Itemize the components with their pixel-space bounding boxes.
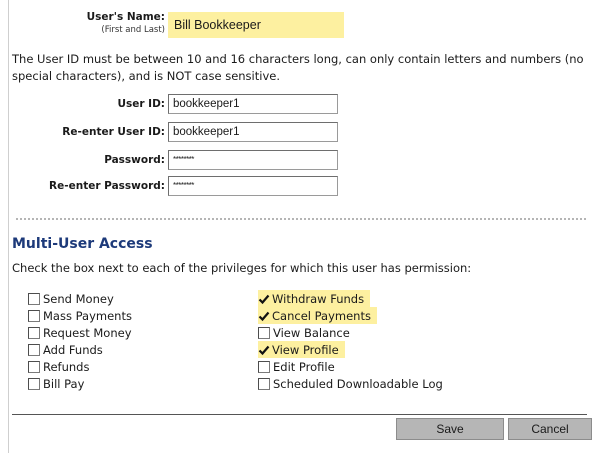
privilege-label: View Balance <box>273 325 350 340</box>
multi-user-title: Multi-User Access <box>12 236 153 252</box>
privilege-label: Mass Payments <box>43 308 132 323</box>
section-divider <box>16 218 586 220</box>
reenter-user-id-label: Re-enter User ID: <box>62 126 165 138</box>
privilege-option[interactable]: Edit Profile <box>258 358 335 375</box>
privilege-option[interactable]: Request Money <box>28 324 132 341</box>
checkmark-icon[interactable] <box>258 293 270 305</box>
privilege-label: View Profile <box>272 342 339 357</box>
checkbox[interactable] <box>28 343 40 356</box>
reenter-password-input[interactable]: ******** <box>168 176 338 196</box>
privilege-option[interactable]: Add Funds <box>28 341 103 358</box>
checkmark-icon[interactable] <box>258 310 270 322</box>
privilege-label: Withdraw Funds <box>272 291 365 306</box>
checkmark-icon[interactable] <box>258 344 270 356</box>
privilege-label: Edit Profile <box>273 359 335 374</box>
checkbox[interactable] <box>28 292 40 305</box>
checkbox[interactable] <box>258 377 270 390</box>
privilege-label: Request Money <box>43 325 132 340</box>
privilege-label: Refunds <box>43 359 90 374</box>
privilege-label: Send Money <box>43 291 114 306</box>
userid-rules-text: The User ID must be between 10 and 16 ch… <box>12 52 584 83</box>
checkbox[interactable] <box>258 360 270 373</box>
privilege-option[interactable]: Withdraw Funds <box>258 290 371 307</box>
privilege-option[interactable]: Scheduled Downloadable Log <box>258 375 443 392</box>
checkbox[interactable] <box>28 309 40 322</box>
checkbox[interactable] <box>28 326 40 339</box>
privilege-option[interactable]: View Profile <box>258 341 345 358</box>
footer-rule <box>12 414 587 415</box>
user-id-label: User ID: <box>117 98 165 110</box>
user-name-hint: (First and Last) <box>101 25 165 35</box>
user-id-input[interactable]: bookkeeper1 <box>168 94 338 114</box>
privilege-option[interactable]: Cancel Payments <box>258 307 377 324</box>
privilege-label: Cancel Payments <box>272 308 371 323</box>
privilege-label: Scheduled Downloadable Log <box>273 376 443 391</box>
save-button[interactable]: Save <box>396 418 504 440</box>
privilege-option[interactable]: Mass Payments <box>28 307 132 324</box>
cancel-button[interactable]: Cancel <box>508 418 592 440</box>
privilege-option[interactable]: View Balance <box>258 324 350 341</box>
checkbox[interactable] <box>28 360 40 373</box>
password-label: Password: <box>104 154 165 166</box>
privilege-label: Add Funds <box>43 342 103 357</box>
checkbox[interactable] <box>258 326 270 339</box>
privilege-option[interactable]: Refunds <box>28 358 89 375</box>
reenter-user-id-input[interactable]: bookkeeper1 <box>168 122 338 142</box>
reenter-password-label: Re-enter Password: <box>49 180 165 192</box>
password-input[interactable]: ******** <box>168 150 338 170</box>
privilege-option[interactable]: Send Money <box>28 290 114 307</box>
user-name-value: Bill Bookkeeper <box>168 12 344 38</box>
privilege-label: Bill Pay <box>43 376 85 391</box>
multi-user-instructions: Check the box next to each of the privil… <box>12 261 472 275</box>
checkbox[interactable] <box>28 377 40 390</box>
privilege-option[interactable]: Bill Pay <box>28 375 84 392</box>
user-name-label: User's Name: <box>86 11 165 23</box>
